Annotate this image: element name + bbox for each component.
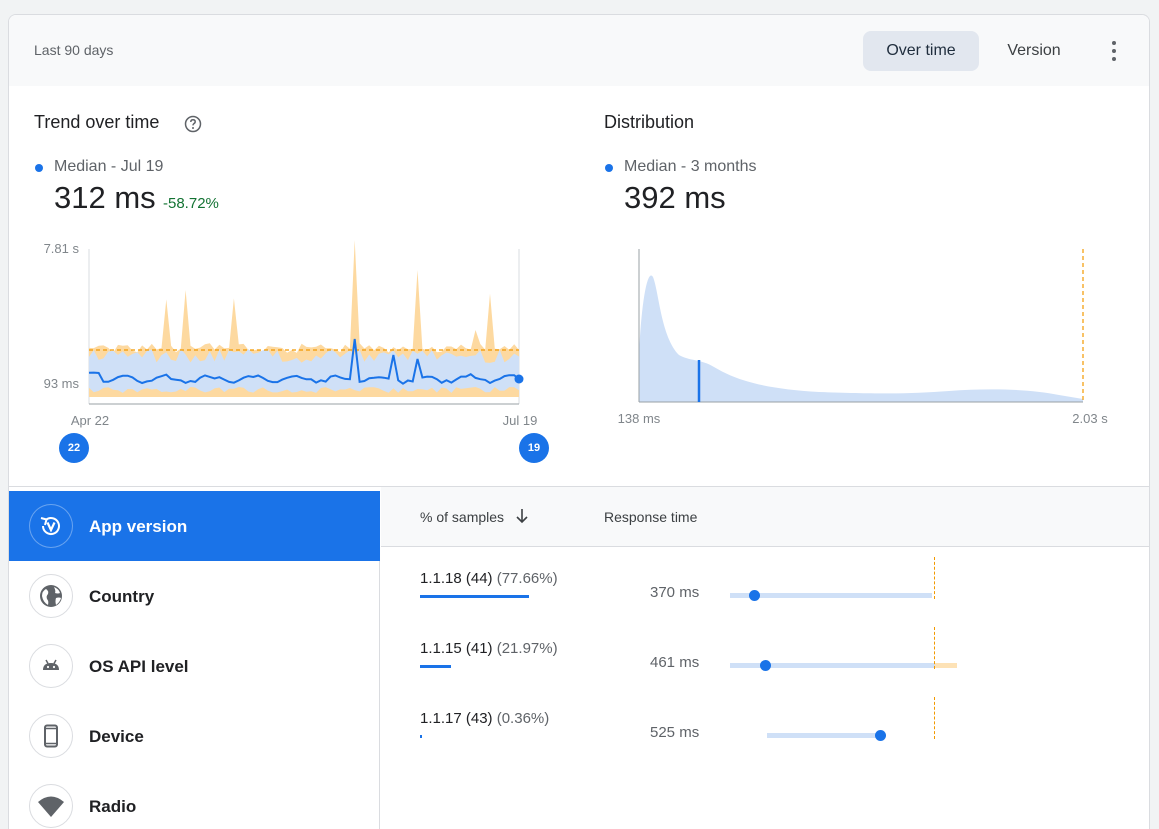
row-threshold-line [934,627,935,669]
trend-median-value: 312 ms [54,180,156,215]
dimension-device[interactable]: Device [9,701,380,771]
trend-x-end-label: Jul 19 [503,413,538,428]
globe-icon [29,574,73,618]
wifi-icon [29,784,73,828]
row-share-bar [420,735,422,738]
distribution-chart[interactable]: 138 ms 2.03 s [589,237,1149,437]
trend-x-start-label: Apr 22 [71,413,109,428]
dimension-label: Country [89,587,155,606]
dimension-country[interactable]: Country [9,561,380,631]
tab-over-time[interactable]: Over time [863,31,979,71]
row-version-label: 1.1.18 (44) (77.66%) [420,570,558,587]
date-range-label: Last 90 days [34,42,114,58]
trend-chart[interactable]: 7.81 s 93 ms Apr 22 Jul 19 [9,237,569,437]
row-response-time: 370 ms [650,584,700,601]
row-range-overflow [935,663,957,668]
dimension-label: Device [89,727,144,746]
trend-delta: -58.72% [163,195,219,212]
breakdown-table-header: % of samples Response time [381,487,1149,547]
distribution-density-area [639,275,1083,402]
row-threshold-line [934,557,935,599]
distribution-legend-label: Median - 3 months [624,158,757,175]
trend-y-mid-label: 93 ms [44,376,80,391]
distribution-x-end-label: 2.03 s [1072,411,1108,426]
table-row[interactable]: 1.1.15 (41) (21.97%) 461 ms [381,627,1149,697]
table-row[interactable]: 1.1.18 (44) (77.66%) 370 ms [381,557,1149,627]
distribution-median-value: 392 ms [624,180,726,215]
trend-legend-label: Median - Jul 19 [54,158,164,175]
row-median-point [749,590,760,601]
dimension-radio[interactable]: Radio [9,771,380,829]
phone-icon [29,714,73,758]
row-version-label: 1.1.17 (43) (0.36%) [420,710,550,727]
tab-version[interactable]: Version [989,31,1079,71]
performance-card: Last 90 days Over time Version Trend ove… [8,14,1150,829]
row-share-bar [420,665,451,668]
column-header-samples[interactable]: % of samples [420,509,504,525]
row-median-point [760,660,771,671]
dimension-list: App version Country OS API level Device … [9,491,380,829]
row-range-bar [730,593,932,598]
row-share-bar [420,595,529,598]
distribution-title: Distribution [604,112,695,132]
row-version-label: 1.1.15 (41) (21.97%) [420,640,558,657]
app-version-icon [29,504,73,548]
column-header-response-time: Response time [604,509,698,525]
android-icon [29,644,73,688]
distribution-x-start-label: 138 ms [618,411,661,426]
dimension-label: OS API level [89,657,189,676]
start-date-handle[interactable]: 22 [59,433,89,463]
end-date-handle[interactable]: 19 [519,433,549,463]
more-options-icon[interactable] [1099,35,1129,67]
dimension-app-version[interactable]: App version [9,491,380,561]
row-response-time: 525 ms [650,724,700,741]
row-threshold-line [934,697,935,739]
trend-y-top-label: 7.81 s [44,241,80,256]
row-response-time: 461 ms [650,654,700,671]
dimension-os-api-level[interactable]: OS API level [9,631,380,701]
help-icon[interactable] [184,115,202,133]
dimension-label: App version [89,517,188,536]
trend-legend-dot [35,164,43,172]
toolbar: Last 90 days Over time Version [9,15,1149,86]
distribution-legend-dot [605,164,613,172]
row-median-point [875,730,886,741]
sort-descending-icon[interactable] [514,507,530,525]
dimension-label: Radio [89,797,137,816]
table-row[interactable]: 1.1.17 (43) (0.36%) 525 ms [381,697,1149,767]
row-range-bar [767,733,880,738]
trend-title: Trend over time [34,112,160,132]
trend-current-point[interactable] [514,374,524,384]
